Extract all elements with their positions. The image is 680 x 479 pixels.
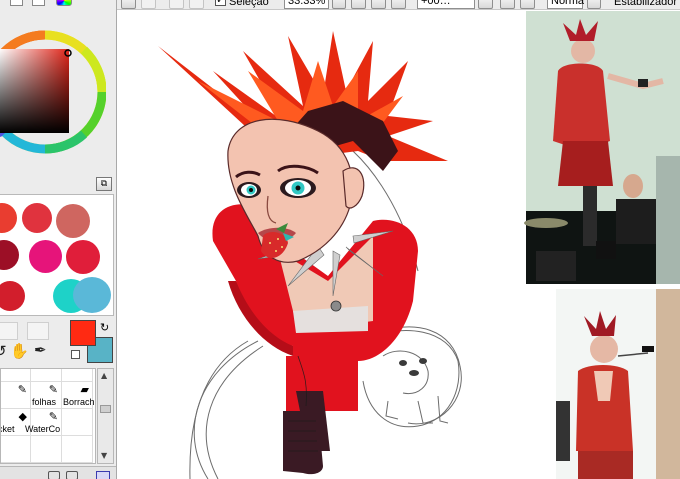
color-wheel[interactable] [0,12,106,172]
dog-sketch [399,358,427,376]
eyedropper-icon[interactable]: ✒ [34,343,47,358]
tool-scrollbar[interactable]: ▲ ▼ [97,368,114,464]
invert-button[interactable] [189,0,204,9]
zoom-out-button[interactable] [351,0,366,9]
tool-item[interactable]: ✎ [62,369,93,382]
color-wheel-icon[interactable] [56,0,72,6]
tool-item[interactable]: ✎ [31,369,62,382]
bottom-toolbar [0,466,116,479]
color-swatches [0,194,114,316]
scroll-down-icon[interactable]: ▼ [101,451,107,460]
rotate-icon[interactable]: ↺ [0,344,7,359]
swatch[interactable] [29,240,62,273]
zoom-field[interactable]: 33.33% [284,0,329,9]
rotate-left-button[interactable] [478,0,493,9]
reference-photo-2 [556,289,680,479]
brush-size-icon[interactable] [48,471,60,479]
blend-mode-select[interactable]: Norma [547,0,584,9]
left-panel: ⧉ ↻ ↺ ✋ ✒ ✎ ✎ ✎ ✎ ✎folhas ▰Borrach ◆icke… [0,0,117,479]
undo-button[interactable] [141,0,156,9]
list-icon[interactable] [10,0,23,6]
zoom-in-button[interactable] [371,0,386,9]
tool-item-folhas[interactable]: ✎ folhas [31,382,62,409]
tool-label: WaterCo [25,424,61,434]
brush-size-icon[interactable] [66,471,78,479]
grid-icon[interactable] [32,0,45,6]
scroll-thumb[interactable] [100,405,111,413]
hand-icon[interactable]: ✋ [10,344,29,359]
artwork [158,11,680,479]
rotate-reset-button[interactable] [520,0,535,9]
tool-slot[interactable] [27,322,49,340]
tool-item[interactable] [62,409,93,436]
zoom-reset-button[interactable] [391,0,406,9]
swatch[interactable] [22,203,52,233]
tool-label: folhas [32,397,57,407]
swatch[interactable] [66,240,100,274]
tool-item[interactable] [1,436,31,463]
bucket-icon: ◆ [18,410,27,423]
tool-grid: ✎ ✎ ✎ ✎ ✎folhas ▰Borrach ◆icket ✎WaterCo [0,368,96,464]
swatch[interactable] [0,240,19,270]
brush-icon: ✎ [48,383,58,396]
selection-label: Seleção [229,0,269,8]
eraser-icon: ▰ [80,383,89,396]
swatch[interactable] [73,277,111,313]
swatch[interactable] [0,203,17,233]
foreground-color[interactable] [70,320,96,346]
deselect-button[interactable] [169,0,184,9]
tool-item[interactable]: ✎ [1,382,31,409]
drawing-canvas[interactable] [118,11,680,479]
tool-item-eraser[interactable]: ▰ Borrach [62,382,95,409]
selection-checkbox[interactable]: ✓ [215,0,226,6]
tool-slot[interactable] [0,322,18,340]
blend-dropdown-button[interactable] [587,0,601,9]
brush-icon: ✎ [17,383,27,396]
tool-item[interactable] [31,436,62,463]
pendant [330,300,342,312]
panel-options-button[interactable]: ⧉ [96,177,112,191]
rotate-right-button[interactable] [500,0,515,9]
rotation-field[interactable]: +00… [417,0,475,9]
brush-size-icon[interactable] [96,471,110,479]
tool-item[interactable]: ✎ [1,369,31,382]
swap-colors-icon[interactable]: ↻ [100,321,109,334]
swatch[interactable] [0,281,25,311]
tool-item-watercolor[interactable]: ✎ WaterCo [25,409,62,436]
new-canvas-button[interactable] [121,0,136,9]
reference-photo-1 [524,11,680,284]
stabilizer-label: Estabilizador [614,0,677,8]
tool-label: icket [1,424,15,434]
zoom-dropdown-button[interactable] [332,0,346,9]
tool-label: Borrach [63,397,95,407]
brush-icon: ✎ [48,410,58,423]
swatch[interactable] [56,204,90,238]
top-toolbar: ✓ Seleção 33.33% +00… Norma Estabilizado… [117,0,680,10]
scroll-up-icon[interactable]: ▲ [101,371,107,380]
tool-item[interactable] [62,436,93,463]
reset-colors-icon[interactable] [71,350,80,359]
